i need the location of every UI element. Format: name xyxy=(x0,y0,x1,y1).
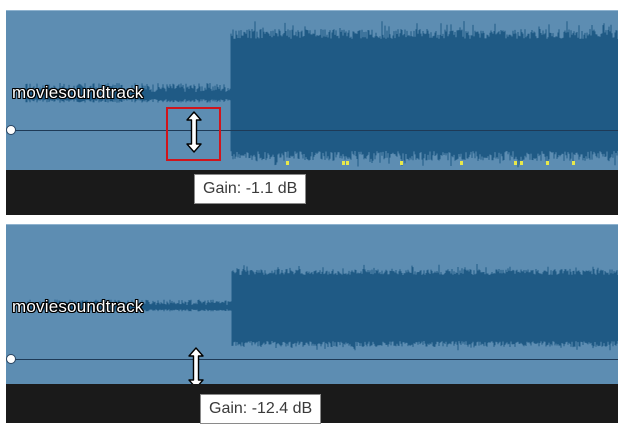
volume-envelope-line[interactable] xyxy=(12,359,618,360)
envelope-node[interactable] xyxy=(6,125,16,135)
clip-name-label: moviesoundtrack xyxy=(12,297,144,316)
vertical-double-arrow-icon[interactable] xyxy=(184,110,204,154)
gain-tooltip: Gain: -1.1 dB xyxy=(194,174,307,204)
track-bar xyxy=(6,170,618,215)
clip-panel-1: moviesoundtrack Gain: -1.1 dB xyxy=(6,10,618,215)
clip-panel-2: moviesoundtrack Gain: -12.4 dB xyxy=(6,224,618,424)
clip-name-label: moviesoundtrack xyxy=(12,83,144,102)
audio-clip[interactable]: moviesoundtrack xyxy=(6,224,618,385)
volume-envelope-line[interactable] xyxy=(12,130,618,131)
envelope-node[interactable] xyxy=(6,354,16,364)
vertical-double-arrow-icon[interactable] xyxy=(186,346,206,385)
audio-clip[interactable]: moviesoundtrack xyxy=(6,10,618,171)
gain-tooltip: Gain: -12.4 dB xyxy=(200,394,322,424)
